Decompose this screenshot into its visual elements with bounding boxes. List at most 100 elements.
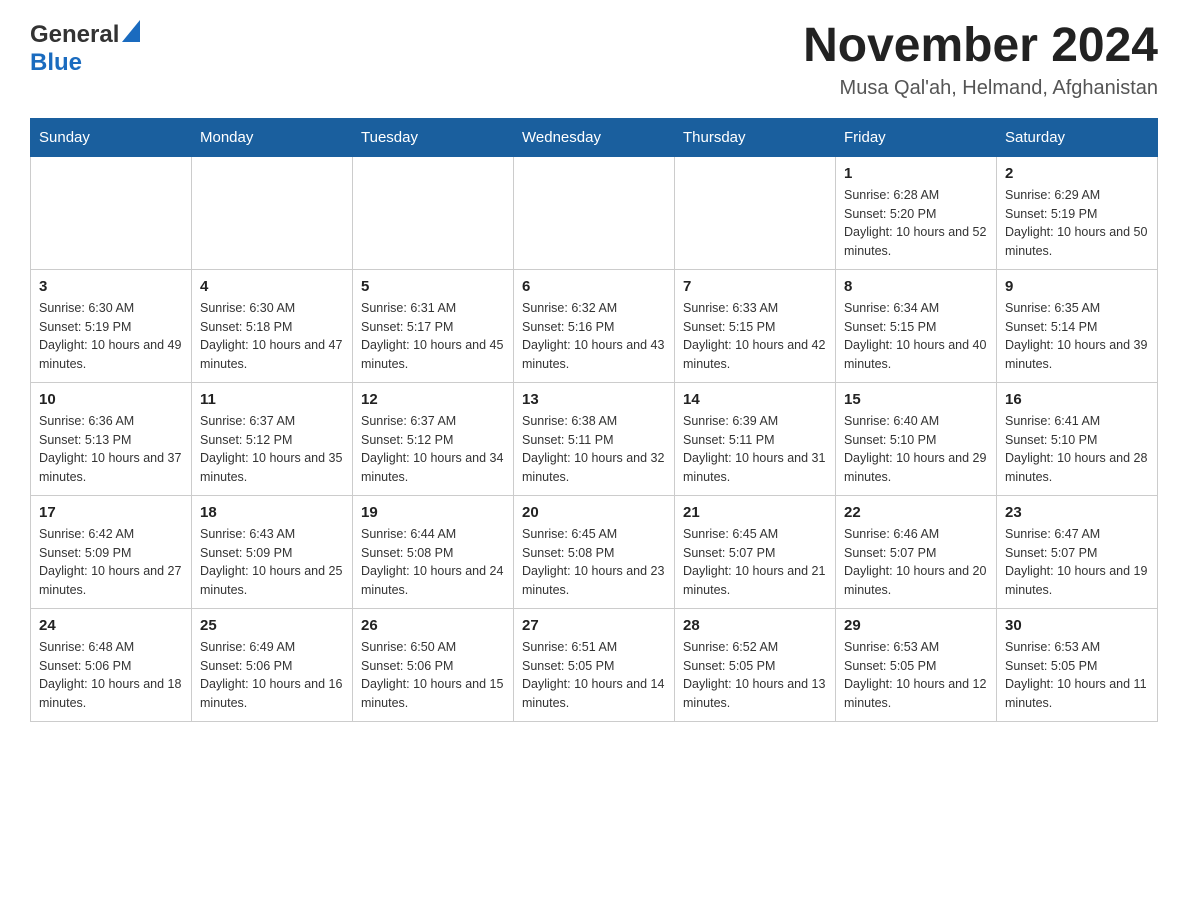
calendar-week-row: 3 Sunrise: 6:30 AM Sunset: 5:19 PM Daylig… xyxy=(31,269,1158,382)
day-number: 12 xyxy=(361,391,505,408)
day-number: 28 xyxy=(683,617,827,634)
day-number: 2 xyxy=(1005,165,1149,182)
calendar-header-tuesday: Tuesday xyxy=(353,118,514,156)
calendar-header-wednesday: Wednesday xyxy=(514,118,675,156)
day-info: Sunrise: 6:48 AM Sunset: 5:06 PM Dayligh… xyxy=(39,638,183,713)
day-number: 19 xyxy=(361,504,505,521)
day-number: 24 xyxy=(39,617,183,634)
day-info: Sunrise: 6:40 AM Sunset: 5:10 PM Dayligh… xyxy=(844,412,988,487)
main-title: November 2024 xyxy=(803,20,1158,73)
day-info: Sunrise: 6:30 AM Sunset: 5:19 PM Dayligh… xyxy=(39,299,183,374)
day-info: Sunrise: 6:36 AM Sunset: 5:13 PM Dayligh… xyxy=(39,412,183,487)
day-info: Sunrise: 6:44 AM Sunset: 5:08 PM Dayligh… xyxy=(361,525,505,600)
day-info: Sunrise: 6:53 AM Sunset: 5:05 PM Dayligh… xyxy=(844,638,988,713)
day-number: 23 xyxy=(1005,504,1149,521)
day-info: Sunrise: 6:29 AM Sunset: 5:19 PM Dayligh… xyxy=(1005,186,1149,261)
day-info: Sunrise: 6:45 AM Sunset: 5:07 PM Dayligh… xyxy=(683,525,827,600)
calendar-day-cell: 14 Sunrise: 6:39 AM Sunset: 5:11 PM Dayli… xyxy=(675,382,836,495)
calendar-day-cell: 1 Sunrise: 6:28 AM Sunset: 5:20 PM Daylig… xyxy=(836,156,997,269)
calendar-day-cell: 7Sunrise: 6:33 AM Sunset: 5:15 PM Daylig… xyxy=(675,269,836,382)
logo-general-text: General xyxy=(30,21,119,49)
calendar-day-cell: 8Sunrise: 6:34 AM Sunset: 5:15 PM Daylig… xyxy=(836,269,997,382)
day-number: 18 xyxy=(200,504,344,521)
calendar-header-sunday: Sunday xyxy=(31,118,192,156)
calendar-day-cell: 17Sunrise: 6:42 AM Sunset: 5:09 PM Dayli… xyxy=(31,495,192,608)
calendar-day-cell: 11Sunrise: 6:37 AM Sunset: 5:12 PM Dayli… xyxy=(192,382,353,495)
calendar-day-cell: 19 Sunrise: 6:44 AM Sunset: 5:08 PM Dayli… xyxy=(353,495,514,608)
day-info: Sunrise: 6:28 AM Sunset: 5:20 PM Dayligh… xyxy=(844,186,988,261)
calendar-day-cell: 30 Sunrise: 6:53 AM Sunset: 5:05 PM Dayli… xyxy=(997,608,1158,721)
calendar-week-row: 24 Sunrise: 6:48 AM Sunset: 5:06 PM Dayli… xyxy=(31,608,1158,721)
day-number: 16 xyxy=(1005,391,1149,408)
day-number: 6 xyxy=(522,278,666,295)
calendar-day-cell: 22Sunrise: 6:46 AM Sunset: 5:07 PM Dayli… xyxy=(836,495,997,608)
calendar-day-cell xyxy=(353,156,514,269)
day-info: Sunrise: 6:47 AM Sunset: 5:07 PM Dayligh… xyxy=(1005,525,1149,600)
day-number: 29 xyxy=(844,617,988,634)
calendar-table: SundayMondayTuesdayWednesdayThursdayFrid… xyxy=(30,118,1158,722)
calendar-header-monday: Monday xyxy=(192,118,353,156)
calendar-day-cell: 4Sunrise: 6:30 AM Sunset: 5:18 PM Daylig… xyxy=(192,269,353,382)
calendar-day-cell: 27 Sunrise: 6:51 AM Sunset: 5:05 PM Dayli… xyxy=(514,608,675,721)
logo-blue-text: Blue xyxy=(30,49,82,76)
day-info: Sunrise: 6:51 AM Sunset: 5:05 PM Dayligh… xyxy=(522,638,666,713)
day-number: 30 xyxy=(1005,617,1149,634)
calendar-header-thursday: Thursday xyxy=(675,118,836,156)
subtitle: Musa Qal'ah, Helmand, Afghanistan xyxy=(803,77,1158,100)
day-info: Sunrise: 6:35 AM Sunset: 5:14 PM Dayligh… xyxy=(1005,299,1149,374)
calendar-week-row: 17Sunrise: 6:42 AM Sunset: 5:09 PM Dayli… xyxy=(31,495,1158,608)
day-number: 14 xyxy=(683,391,827,408)
calendar-day-cell: 13 Sunrise: 6:38 AM Sunset: 5:11 PM Dayli… xyxy=(514,382,675,495)
day-info: Sunrise: 6:53 AM Sunset: 5:05 PM Dayligh… xyxy=(1005,638,1149,713)
day-info: Sunrise: 6:39 AM Sunset: 5:11 PM Dayligh… xyxy=(683,412,827,487)
day-number: 1 xyxy=(844,165,988,182)
day-info: Sunrise: 6:37 AM Sunset: 5:12 PM Dayligh… xyxy=(361,412,505,487)
calendar-day-cell: 25 Sunrise: 6:49 AM Sunset: 5:06 PM Dayli… xyxy=(192,608,353,721)
calendar-header-saturday: Saturday xyxy=(997,118,1158,156)
day-info: Sunrise: 6:30 AM Sunset: 5:18 PM Dayligh… xyxy=(200,299,344,374)
day-number: 10 xyxy=(39,391,183,408)
calendar-day-cell: 10 Sunrise: 6:36 AM Sunset: 5:13 PM Dayli… xyxy=(31,382,192,495)
calendar-day-cell: 23 Sunrise: 6:47 AM Sunset: 5:07 PM Dayli… xyxy=(997,495,1158,608)
logo-triangle-icon xyxy=(122,20,140,47)
day-number: 22 xyxy=(844,504,988,521)
calendar-header-row: SundayMondayTuesdayWednesdayThursdayFrid… xyxy=(31,118,1158,156)
logo: General Blue xyxy=(30,20,140,77)
calendar-day-cell xyxy=(675,156,836,269)
day-number: 7 xyxy=(683,278,827,295)
calendar-day-cell: 9 Sunrise: 6:35 AM Sunset: 5:14 PM Daylig… xyxy=(997,269,1158,382)
day-number: 5 xyxy=(361,278,505,295)
calendar-day-cell xyxy=(514,156,675,269)
calendar-header-friday: Friday xyxy=(836,118,997,156)
calendar-day-cell xyxy=(31,156,192,269)
day-info: Sunrise: 6:38 AM Sunset: 5:11 PM Dayligh… xyxy=(522,412,666,487)
day-number: 20 xyxy=(522,504,666,521)
title-area: November 2024 Musa Qal'ah, Helmand, Afgh… xyxy=(803,20,1158,100)
calendar-day-cell: 6 Sunrise: 6:32 AM Sunset: 5:16 PM Daylig… xyxy=(514,269,675,382)
calendar-day-cell: 28 Sunrise: 6:52 AM Sunset: 5:05 PM Dayli… xyxy=(675,608,836,721)
calendar-day-cell: 12 Sunrise: 6:37 AM Sunset: 5:12 PM Dayli… xyxy=(353,382,514,495)
day-info: Sunrise: 6:49 AM Sunset: 5:06 PM Dayligh… xyxy=(200,638,344,713)
calendar-day-cell: 20 Sunrise: 6:45 AM Sunset: 5:08 PM Dayli… xyxy=(514,495,675,608)
calendar-day-cell: 21 Sunrise: 6:45 AM Sunset: 5:07 PM Dayli… xyxy=(675,495,836,608)
day-number: 15 xyxy=(844,391,988,408)
calendar-day-cell: 29 Sunrise: 6:53 AM Sunset: 5:05 PM Dayli… xyxy=(836,608,997,721)
header: General Blue November 2024 Musa Qal'ah, … xyxy=(30,20,1158,100)
day-number: 27 xyxy=(522,617,666,634)
calendar-day-cell: 15 Sunrise: 6:40 AM Sunset: 5:10 PM Dayli… xyxy=(836,382,997,495)
day-info: Sunrise: 6:32 AM Sunset: 5:16 PM Dayligh… xyxy=(522,299,666,374)
day-number: 9 xyxy=(1005,278,1149,295)
day-number: 17 xyxy=(39,504,183,521)
day-number: 13 xyxy=(522,391,666,408)
day-number: 21 xyxy=(683,504,827,521)
day-info: Sunrise: 6:34 AM Sunset: 5:15 PM Dayligh… xyxy=(844,299,988,374)
day-info: Sunrise: 6:45 AM Sunset: 5:08 PM Dayligh… xyxy=(522,525,666,600)
day-info: Sunrise: 6:50 AM Sunset: 5:06 PM Dayligh… xyxy=(361,638,505,713)
day-info: Sunrise: 6:41 AM Sunset: 5:10 PM Dayligh… xyxy=(1005,412,1149,487)
calendar-day-cell: 5Sunrise: 6:31 AM Sunset: 5:17 PM Daylig… xyxy=(353,269,514,382)
calendar-day-cell: 3 Sunrise: 6:30 AM Sunset: 5:19 PM Daylig… xyxy=(31,269,192,382)
calendar-body: 1 Sunrise: 6:28 AM Sunset: 5:20 PM Daylig… xyxy=(31,156,1158,721)
day-number: 3 xyxy=(39,278,183,295)
day-info: Sunrise: 6:52 AM Sunset: 5:05 PM Dayligh… xyxy=(683,638,827,713)
day-number: 25 xyxy=(200,617,344,634)
